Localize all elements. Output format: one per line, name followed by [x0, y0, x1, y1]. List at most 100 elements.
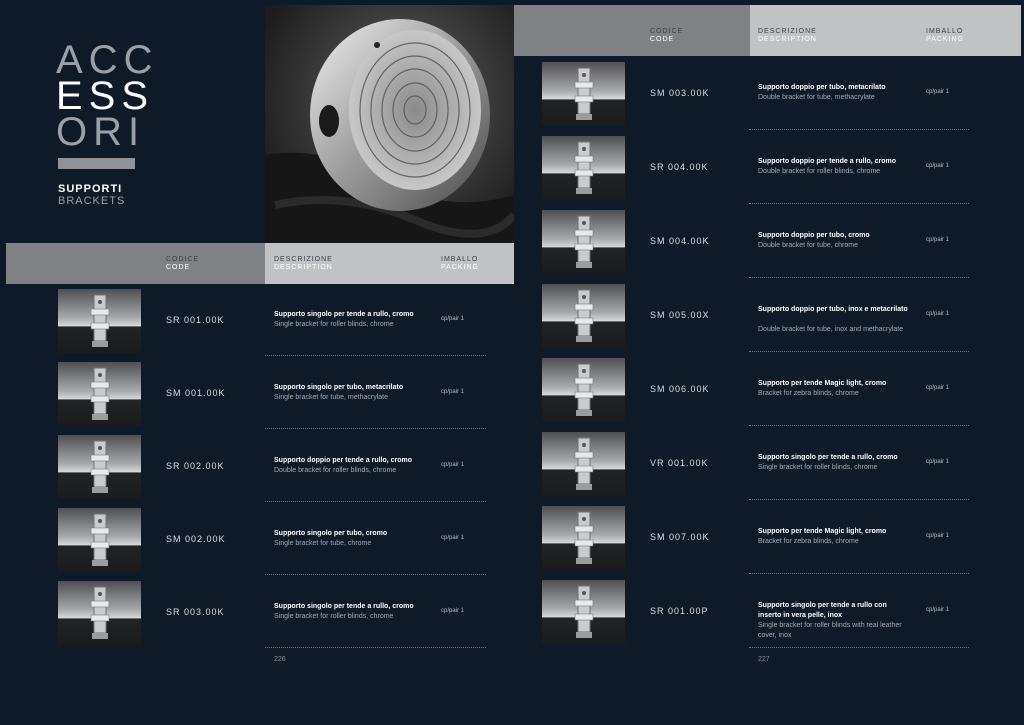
product-description-en: Single bracket for roller blinds, chrome: [758, 464, 878, 471]
row-separator: [749, 499, 969, 500]
product-thumbnail: [58, 508, 141, 572]
product-code: SR 001.00K: [166, 315, 225, 325]
title-line-1: ACC: [56, 38, 159, 82]
product-description-it: Supporto doppio per tende a rullo, cromo: [758, 158, 897, 165]
right-header-pack: IMBALLO PACKING: [926, 28, 964, 44]
bracket-image: [574, 141, 594, 194]
bracket-image: [90, 586, 110, 639]
product-packing: cp/pair 1: [926, 459, 950, 465]
product-description-en: Bracket for zebra blinds, chrome: [758, 538, 859, 545]
subtitle-it: SUPPORTI: [58, 183, 123, 195]
product-description-it: Supporto singolo per tende a rullo, crom…: [274, 603, 414, 610]
product-description-en: Double bracket for roller blinds, chrome: [758, 168, 881, 175]
product-description-en: Double bracket for tube, methacrylate: [758, 94, 875, 101]
row-separator: [265, 501, 486, 502]
left-header-desc-it: DESCRIZIONE: [274, 256, 333, 263]
product-code: SM 002.00K: [166, 534, 226, 544]
title-line-3: ORI: [56, 110, 146, 154]
bracket-image: [574, 289, 594, 342]
product-thumbnail: [542, 62, 625, 126]
row-separator: [749, 573, 969, 574]
left-header-pack: IMBALLO PACKING: [441, 256, 479, 272]
product-thumbnail: [542, 136, 625, 200]
bracket-image: [574, 511, 594, 564]
row-separator: [749, 351, 969, 352]
product-packing: cp/pair 1: [926, 533, 950, 539]
page-number-left: 226: [274, 656, 286, 663]
product-code: SR 004.00K: [650, 162, 709, 172]
left-header-code-en: CODE: [166, 264, 191, 271]
product-packing: cp/pair 1: [441, 462, 465, 468]
product-description-it: Supporto doppio per tubo, metacrilato: [758, 84, 886, 91]
title-line-2: ESS: [56, 74, 155, 118]
product-description-it: Supporto doppio per tubo, inox e metacri…: [758, 306, 908, 313]
left-header-desc-en: DESCRIPTION: [274, 264, 333, 271]
product-code: SM 003.00K: [650, 88, 710, 98]
left-header-desc: DESCRIZIONE DESCRIPTION: [274, 256, 333, 272]
row-separator: [749, 129, 969, 130]
row-separator: [749, 277, 969, 278]
product-description-it: Supporto doppio per tende a rullo, cromo: [274, 457, 413, 464]
row-separator: [749, 425, 969, 426]
product-description-en: Double bracket for tube, inox and methac…: [758, 326, 904, 333]
product-code: VR 001.00K: [650, 458, 709, 468]
product-description-it: Supporto singolo per tende a rullo, crom…: [274, 311, 414, 318]
product-thumbnail: [58, 435, 141, 499]
product-packing: cp/pair 1: [441, 608, 465, 614]
product-thumbnail: [542, 284, 625, 348]
subtitle-en: BRACKETS: [58, 195, 126, 207]
hero-photo: [265, 5, 514, 243]
bracket-image: [574, 437, 594, 490]
bracket-image: [90, 440, 110, 493]
product-code: SM 001.00K: [166, 388, 226, 398]
product-description-it: Supporto singolo per tubo, cromo: [274, 530, 388, 537]
right-header-pack-en: PACKING: [926, 36, 964, 43]
title-bar: [58, 158, 135, 169]
product-packing: cp/pair 1: [441, 535, 465, 541]
bracket-image: [90, 294, 110, 347]
right-header-desc-en: DESCRIPTION: [758, 36, 817, 43]
bracket-image: [90, 513, 110, 566]
product-thumbnail: [58, 581, 141, 645]
product-code: SM 004.00K: [650, 236, 710, 246]
product-code: SR 003.00K: [166, 607, 225, 617]
product-packing: cp/pair 1: [926, 163, 950, 169]
left-header-code-it: CODICE: [166, 256, 200, 263]
product-description-it: Supporto singolo per tende a rullo con i…: [758, 602, 887, 619]
product-thumbnail: [58, 289, 141, 353]
bracket-image: [574, 585, 594, 638]
product-description-en: Single bracket for roller blinds, chrome: [274, 613, 394, 620]
product-thumbnail: [58, 362, 141, 426]
left-header-code: CODICE CODE: [166, 256, 199, 272]
product-packing: cp/pair 1: [926, 237, 950, 243]
right-header-desc: DESCRIZIONE DESCRIPTION: [758, 28, 817, 44]
right-header-desc-it: DESCRIZIONE: [758, 28, 817, 35]
product-packing: cp/pair 1: [926, 607, 950, 613]
product-code: SR 001.00P: [650, 606, 709, 616]
product-description-en: Single bracket for roller blinds, chrome: [274, 321, 394, 328]
right-header-code-it: CODICE: [650, 28, 684, 35]
product-code: SM 007.00K: [650, 532, 710, 542]
product-thumbnail: [542, 506, 625, 570]
product-description-en: Single bracket for tube, methacrylate: [274, 394, 389, 401]
bracket-image: [574, 363, 594, 416]
product-description-en: Bracket for zebra blinds, chrome: [758, 390, 859, 397]
product-packing: cp/pair 1: [926, 385, 950, 391]
product-thumbnail: [542, 580, 625, 644]
product-description-it: Supporto per tende Magic light, cromo: [758, 528, 887, 535]
product-code: SM 005.00X: [650, 310, 710, 320]
product-packing: cp/pair 1: [926, 89, 950, 95]
bracket-image: [90, 367, 110, 420]
product-description-it: Supporto singolo per tende a rullo, crom…: [758, 454, 898, 461]
product-thumbnail: [542, 210, 625, 274]
product-packing: cp/pair 1: [441, 316, 465, 322]
product-description-en: Single bracket for tube, chrome: [274, 540, 372, 547]
left-header-pack-en: PACKING: [441, 264, 479, 271]
product-packing: cp/pair 1: [441, 389, 465, 395]
product-description-en: Double bracket for roller blinds, chrome: [274, 467, 397, 474]
bracket-image: [574, 215, 594, 268]
product-description-it: Supporto singolo per tubo, metacrilato: [274, 384, 404, 391]
left-header-pack-it: IMBALLO: [441, 256, 479, 263]
bracket-image: [574, 67, 594, 120]
product-description-en: Single bracket for roller blinds with re…: [758, 622, 902, 639]
